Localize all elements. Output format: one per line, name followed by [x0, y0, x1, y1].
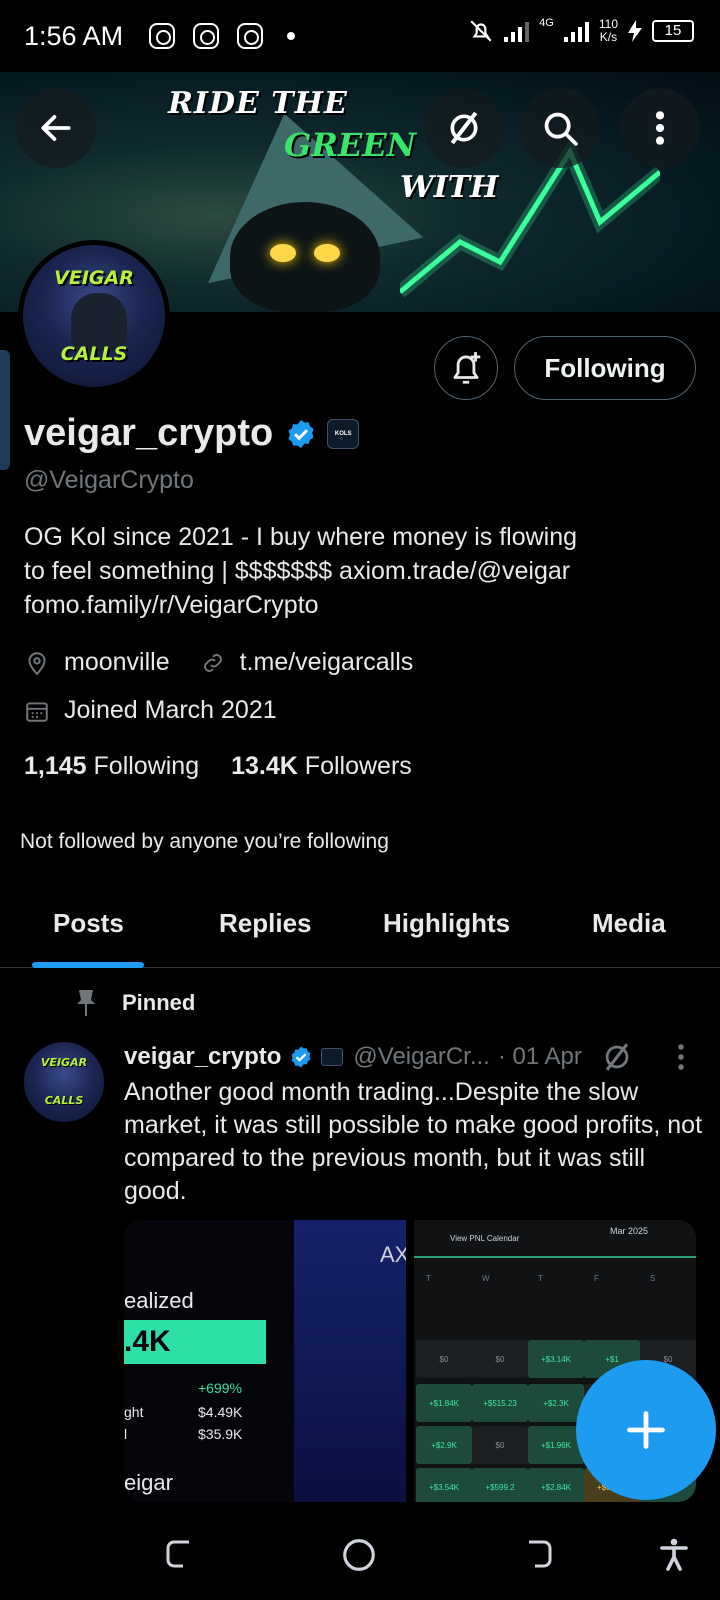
banner-text: WITH	[400, 170, 499, 205]
search-icon	[544, 112, 578, 146]
affiliate-badge[interactable]: KOLS	[327, 418, 360, 449]
more-notifications-dot-icon	[287, 32, 296, 40]
link-icon	[203, 653, 222, 672]
post-body-text: Another good month trading...Despite the…	[124, 1078, 703, 1205]
plus-icon	[627, 1411, 665, 1449]
followers-count-link[interactable]: 13.4K Followers	[231, 752, 412, 781]
calendar-day-cell: $0	[416, 1340, 472, 1378]
status-bar: 1:56 AM 4G 110 K/s 15	[0, 0, 720, 72]
search-button[interactable]	[520, 88, 600, 168]
battery-indicator: 15	[652, 20, 694, 42]
instagram-notification-icon	[193, 23, 220, 49]
more-vertical-icon	[655, 111, 665, 145]
calendar-day-cell: +$1.84K	[416, 1384, 472, 1422]
grok-slash-icon	[450, 111, 478, 145]
home-circle-icon[interactable]	[340, 1536, 378, 1574]
display-name: veigar_crypto	[24, 412, 274, 454]
tab-replies[interactable]: Replies	[219, 908, 312, 939]
calendar-weekday-label: T	[426, 1274, 431, 1283]
calendar-weekday-label: W	[482, 1274, 490, 1283]
calendar-weekday-label: F	[594, 1274, 599, 1283]
mutual-followers-text: Not followed by anyone you’re following	[20, 830, 389, 853]
profile-handle: @VeigarCrypto	[24, 466, 194, 494]
affiliate-badge-icon	[321, 1048, 344, 1066]
calendar-icon	[26, 701, 48, 722]
profile-meta-row: moonville t.me/veigarcalls	[24, 648, 413, 677]
grok-button[interactable]	[424, 88, 504, 168]
profile-bio: OG Kol since 2021 - I buy where money is…	[24, 523, 578, 619]
wizard-face-art	[230, 202, 380, 312]
edge-panel-handle[interactable]	[0, 350, 10, 470]
active-tab-indicator	[32, 962, 144, 968]
system-navigation-bar	[0, 1504, 720, 1600]
instagram-notification-icon	[149, 23, 176, 49]
pinned-indicator: Pinned	[74, 988, 195, 1018]
follow-counts: 1,145 Following 13.4K Followers	[24, 752, 412, 781]
post-date: · 01 Apr	[497, 1043, 582, 1070]
post-header: veigar_crypto @VeigarCr... · 01 Apr	[124, 1040, 634, 1074]
following-button[interactable]: Following	[514, 336, 696, 400]
back-button[interactable]	[16, 88, 96, 168]
arrow-left-icon	[41, 115, 71, 141]
calendar-day-cell: +$3.14K	[528, 1340, 584, 1378]
calendar-weekday-label: T	[538, 1274, 543, 1283]
recents-icon[interactable]	[162, 1536, 198, 1572]
calendar-day-cell: +$2.84K	[528, 1468, 584, 1502]
verified-badge-icon[interactable]	[285, 418, 317, 450]
compose-post-button[interactable]	[576, 1360, 716, 1500]
network-speed: 110 K/s	[598, 17, 618, 44]
tab-posts[interactable]: Posts	[53, 908, 124, 939]
post-author-avatar[interactable]: VEIGAR CALLS	[24, 1042, 104, 1122]
signal-bars-icon	[563, 20, 589, 42]
signal-bars-icon	[504, 20, 530, 42]
calendar-day-cell: +$3.54K	[416, 1468, 472, 1502]
status-time: 1:56 AM	[24, 20, 124, 51]
bell-plus-icon	[453, 352, 481, 384]
notifications-toggle-button[interactable]	[434, 336, 498, 400]
tab-media[interactable]: Media	[592, 908, 666, 939]
accessibility-icon[interactable]	[656, 1536, 692, 1572]
calendar-day-cell: $0	[472, 1340, 528, 1378]
calendar-day-cell: $0	[472, 1426, 528, 1464]
calendar-day-cell: +$2.9K	[416, 1426, 472, 1464]
profile-website-link[interactable]: t.me/veigarcalls	[240, 648, 414, 677]
banner-text: RIDE THE	[168, 86, 348, 121]
tab-highlights[interactable]: Highlights	[383, 908, 510, 939]
post-author-name[interactable]: veigar_crypto	[124, 1043, 281, 1071]
profile-location: moonville	[64, 648, 170, 676]
pin-icon	[77, 990, 95, 1016]
grok-slash-icon[interactable]	[600, 1040, 634, 1074]
instagram-notification-icon	[237, 23, 264, 49]
mute-bell-icon	[470, 20, 492, 42]
profile-avatar[interactable]: VEIGAR CALLS	[18, 240, 170, 392]
location-pin-icon	[28, 651, 46, 675]
calendar-day-cell: +$2.3K	[528, 1384, 584, 1422]
charging-bolt-icon	[628, 20, 642, 42]
calendar-day-cell: +$599.2	[472, 1468, 528, 1502]
back-nav-icon[interactable]	[520, 1536, 556, 1572]
profile-tabs: Posts Replies Highlights Media	[0, 880, 720, 968]
post-media-image[interactable]: AX ealized .4K +699% ght $4.49K l $35.9K…	[124, 1220, 406, 1502]
name-row: veigar_crypto KOLS	[24, 412, 360, 455]
post-author-handle[interactable]: @VeigarCr...	[353, 1043, 489, 1071]
calendar-weekday-label: S	[650, 1274, 656, 1283]
verified-badge-icon	[292, 1046, 311, 1068]
profile-joined-row: Joined March 2021	[24, 696, 277, 725]
post-more-icon[interactable]	[672, 1042, 690, 1072]
profile-joined-date: Joined March 2021	[64, 696, 277, 724]
banner-text: GREEN	[284, 126, 416, 164]
more-options-button[interactable]	[620, 88, 700, 168]
following-count-link[interactable]: 1,145 Following	[24, 752, 199, 781]
calendar-day-cell: +$515.23	[472, 1384, 528, 1422]
network-type: 4G	[539, 17, 554, 29]
